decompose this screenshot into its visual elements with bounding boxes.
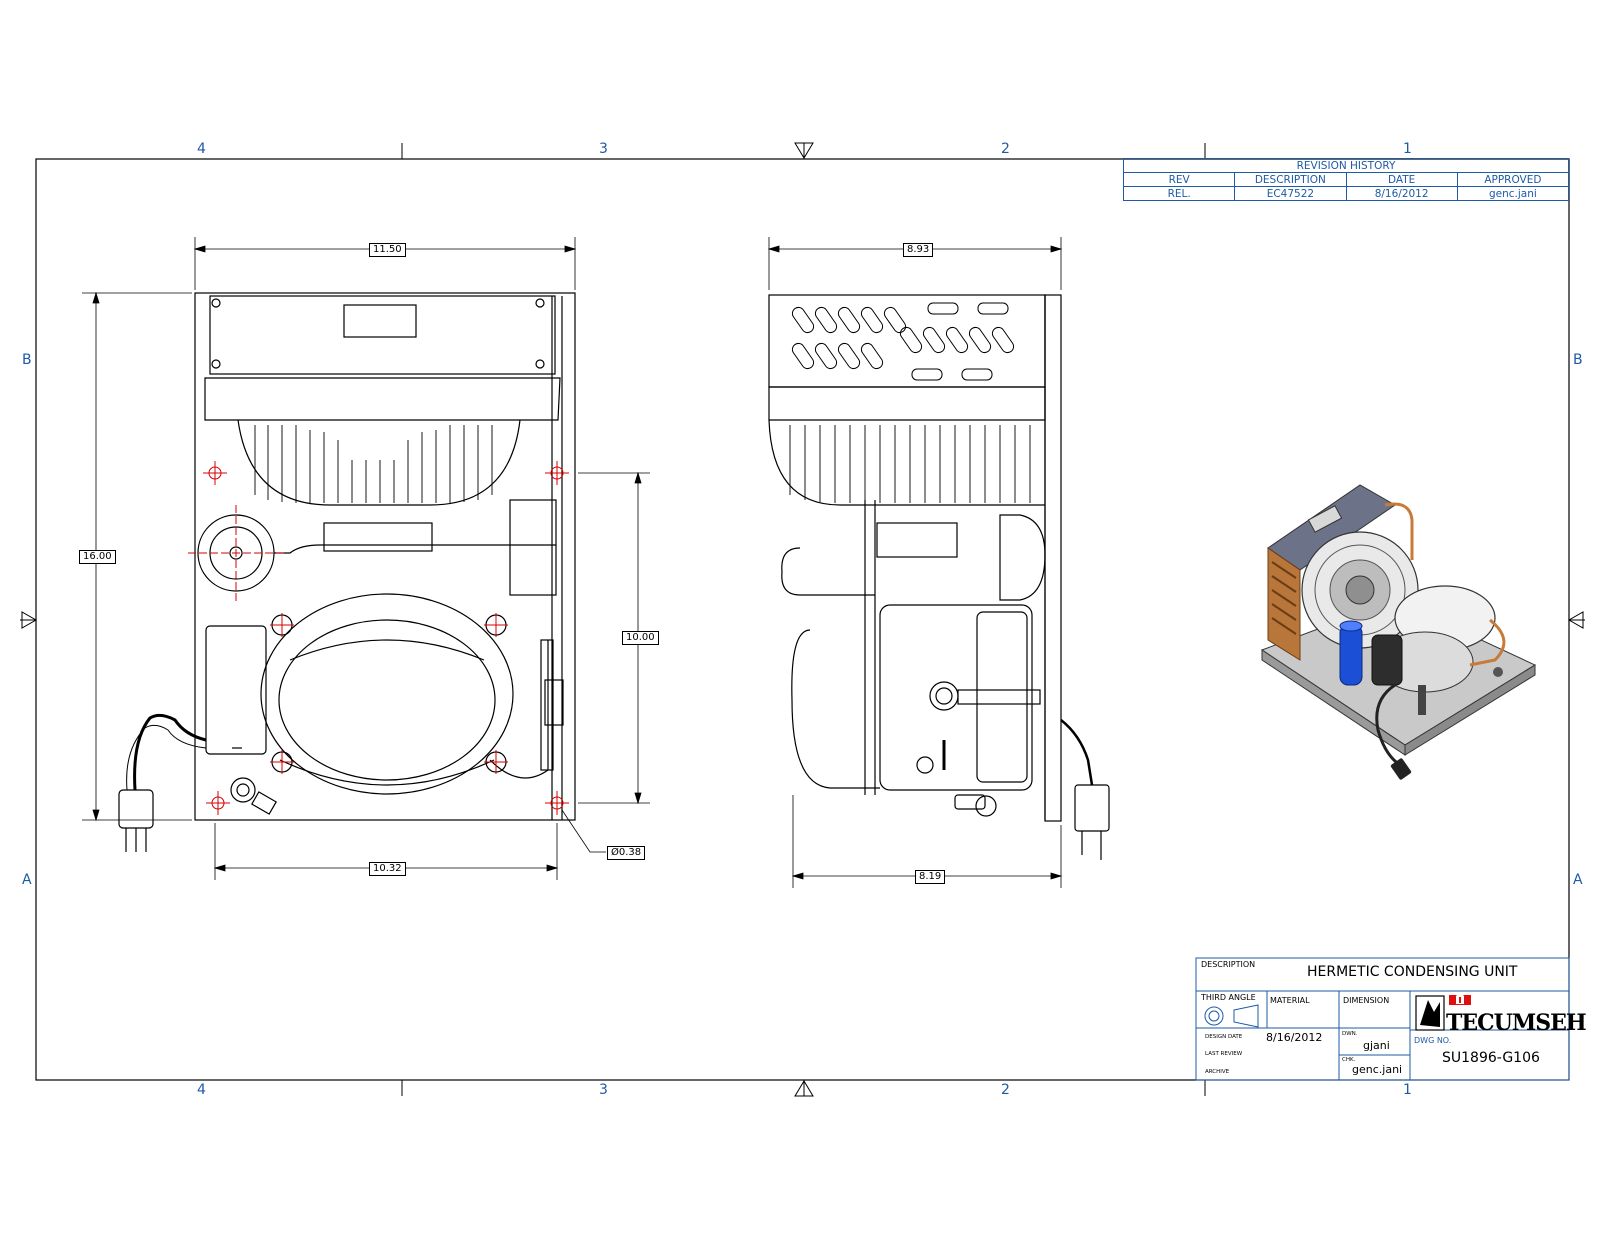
zone-row-b-right: B: [1573, 352, 1583, 368]
zone-col-2-bottom: 2: [1001, 1082, 1010, 1098]
date-cell: 8/16/2012: [1345, 186, 1458, 201]
dim-side-base: 8.19: [915, 870, 946, 884]
revision-history-title: REVISION HISTORY: [1123, 158, 1569, 173]
third-angle-projection-symbol: [1204, 1004, 1259, 1028]
last-review-label: LAST REVIEW: [1205, 1051, 1243, 1057]
dimension-label: DIMENSION: [1343, 996, 1390, 1005]
zone-col-1-bottom: 1: [1403, 1082, 1412, 1098]
rev-cell: REL.: [1122, 186, 1236, 201]
logo-wordmark: TECUMSEH: [1446, 1010, 1586, 1036]
zone-col-4-top: 4: [197, 141, 206, 157]
drawn-by-value: gjani: [1363, 1039, 1390, 1052]
zone-row-a-left: A: [22, 872, 32, 888]
dim-hole-diameter: Ø0.38: [607, 846, 646, 860]
design-date-value: 8/16/2012: [1266, 1031, 1323, 1044]
third-angle-label: THIRD ANGLE: [1201, 993, 1256, 1002]
zone-row-a-right: A: [1573, 872, 1583, 888]
checked-by-value: genc.jani: [1352, 1063, 1403, 1076]
front-view: [118, 292, 576, 852]
side-view: [768, 294, 1110, 860]
drawing-description: HERMETIC CONDENSING UNIT: [1307, 964, 1518, 980]
description-cell: EC47522: [1234, 186, 1347, 201]
dim-front-width: 11.50: [369, 243, 406, 257]
isometric-view: [1260, 484, 1537, 780]
approved-cell: genc.jani: [1456, 186, 1570, 201]
rev-header: REV: [1122, 172, 1236, 187]
material-label: MATERIAL: [1270, 996, 1310, 1005]
dim-mount-horizontal: 10.32: [369, 862, 406, 876]
dwg-no-label: DWG NO.: [1414, 1036, 1452, 1045]
zone-col-3-bottom: 3: [599, 1082, 608, 1098]
dim-side-width: 8.93: [903, 243, 934, 257]
description-header: DESCRIPTION: [1234, 172, 1347, 187]
table-row: REL. EC47522 8/16/2012 genc.jani: [1122, 186, 1570, 201]
description-label: DESCRIPTION: [1201, 960, 1256, 969]
design-date-label: DESIGN DATE: [1205, 1034, 1243, 1040]
drawing-number: SU1896-G106: [1442, 1050, 1540, 1066]
zone-col-4-bottom: 4: [197, 1082, 206, 1098]
zone-row-b-left: B: [22, 352, 32, 368]
front-center-marks: [188, 461, 569, 815]
dim-front-height: 16.00: [79, 550, 116, 564]
revision-history-table: REVISION HISTORY REV DESCRIPTION DATE AP…: [1122, 158, 1570, 201]
date-header: DATE: [1345, 172, 1458, 187]
archive-label: ARCHIVE: [1205, 1069, 1230, 1075]
zone-col-3-top: 3: [599, 141, 608, 157]
zone-col-1-top: 1: [1403, 141, 1412, 157]
drawn-by-label: DWN.: [1342, 1031, 1358, 1037]
tecumseh-logo: TECUMSEH: [1415, 992, 1587, 1036]
approved-header: APPROVED: [1456, 172, 1570, 187]
dim-mount-vertical: 10.00: [622, 631, 659, 645]
zone-col-2-top: 2: [1001, 141, 1010, 157]
